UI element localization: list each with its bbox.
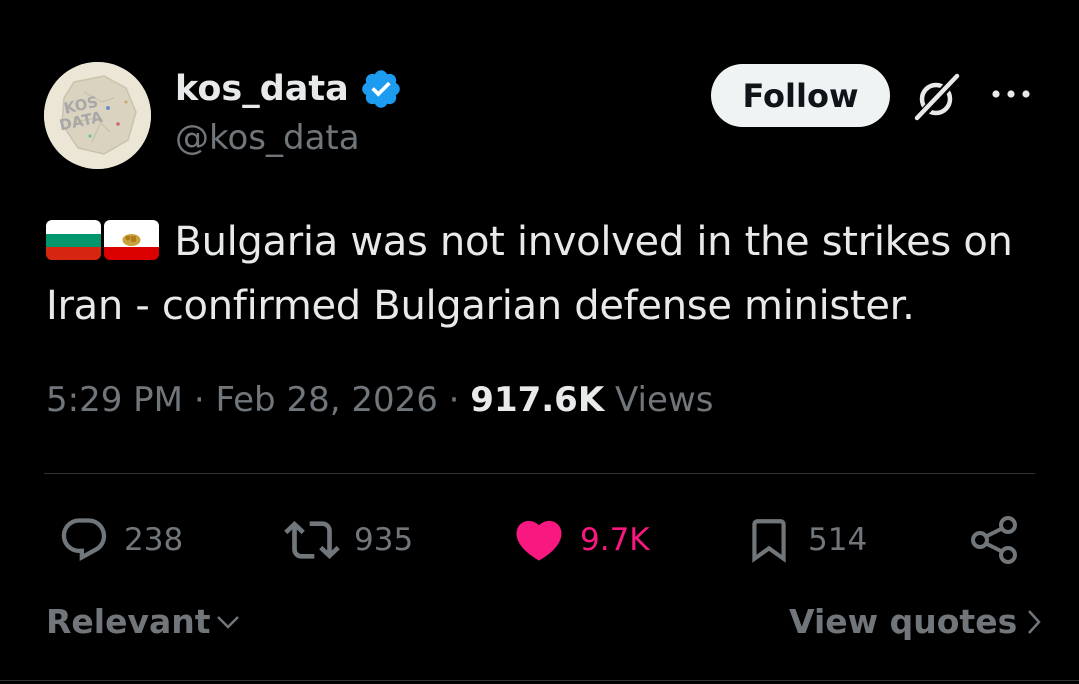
follow-button[interactable]: Follow <box>711 64 890 127</box>
bookmark-icon <box>752 519 786 563</box>
share-icon <box>971 516 1017 564</box>
reply-count: 238 <box>124 522 184 558</box>
tweet-body-text: Bulgaria was not involved in the strikes… <box>46 219 1013 329</box>
views-count[interactable]: 917.6K <box>470 380 604 420</box>
reply-button[interactable]: 238 <box>58 512 183 568</box>
heart-icon <box>516 520 562 561</box>
bulgaria-flag-icon <box>46 220 101 260</box>
like-button[interactable]: 9.7K <box>512 512 650 568</box>
author-handle[interactable]: @kos_data <box>175 118 360 158</box>
iran-flag-icon <box>104 220 159 260</box>
bookmark-button[interactable]: 514 <box>744 512 867 568</box>
kos-data-logo: KOS DATA <box>44 62 151 169</box>
chevron-down-icon <box>216 615 239 629</box>
grok-icon[interactable] <box>911 70 965 124</box>
tweet-meta: 5:29 PM · Feb 28, 2026 · 917.6K Views <box>46 380 713 420</box>
meta-separator: · <box>193 380 205 420</box>
meta-separator: · <box>448 380 460 420</box>
view-quotes-label: View quotes <box>789 602 1018 641</box>
avatar[interactable]: KOS DATA <box>44 62 151 169</box>
bookmark-count: 514 <box>808 522 868 558</box>
author-display-name[interactable]: kos_data <box>175 69 349 109</box>
repost-count: 935 <box>354 522 414 558</box>
views-label: Views <box>615 380 714 420</box>
view-quotes-link[interactable]: View quotes <box>789 602 1043 641</box>
divider <box>44 473 1035 474</box>
sort-dropdown[interactable]: Relevant <box>46 602 241 641</box>
share-button[interactable] <box>968 512 1022 568</box>
tweet-date[interactable]: Feb 28, 2026 <box>215 380 437 420</box>
like-count: 9.7K <box>580 522 650 558</box>
verified-badge-icon[interactable] <box>359 67 403 111</box>
more-options-icon[interactable] <box>990 81 1034 107</box>
repost-icon <box>284 521 340 559</box>
tweet-text: Bulgaria was not involved in the strikes… <box>46 210 1046 338</box>
divider <box>0 680 1079 681</box>
chevron-right-icon <box>1028 609 1041 634</box>
sort-label: Relevant <box>46 602 211 641</box>
reply-icon <box>61 518 107 562</box>
author-name-row: kos_data <box>175 67 403 111</box>
repost-button[interactable]: 935 <box>284 512 413 568</box>
tweet-time[interactable]: 5:29 PM <box>46 380 183 420</box>
